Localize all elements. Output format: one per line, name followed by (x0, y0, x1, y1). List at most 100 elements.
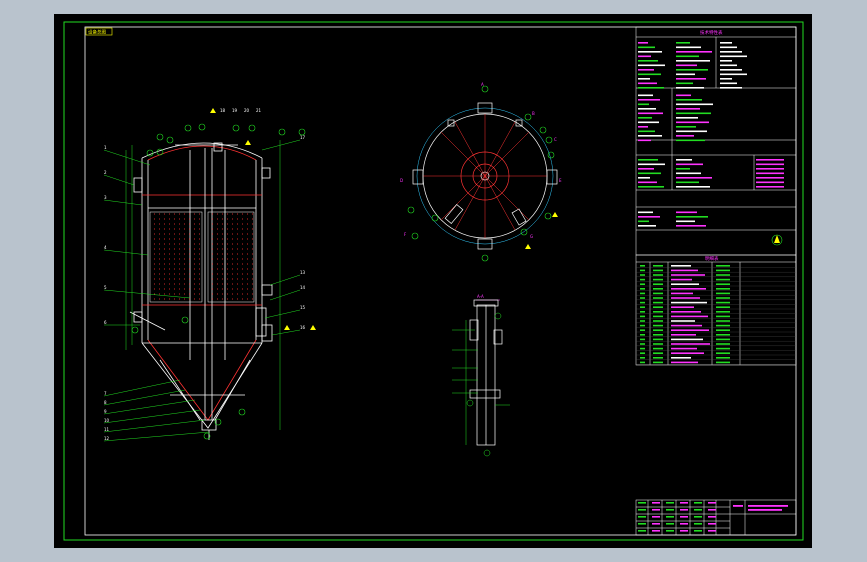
parts-text-mark (640, 269, 645, 272)
perforation-dot (251, 218, 254, 220)
perforation-dot (211, 263, 214, 265)
perforation-dot (183, 273, 186, 275)
svg-text:16: 16 (300, 325, 306, 330)
tech-spec-header: 技术特性表 (700, 29, 723, 36)
spec-text-mark (676, 225, 706, 227)
parts-text-mark (716, 269, 730, 272)
parts-text-mark (671, 338, 703, 341)
perforation-dot (158, 268, 161, 270)
perforation-dot (168, 243, 171, 245)
parts-text-mark (716, 288, 730, 290)
perforation-dot (173, 268, 176, 270)
parts-list-header: 明细表 (705, 255, 719, 262)
spec-text-mark (676, 172, 701, 175)
spec-text-mark (638, 51, 662, 53)
title-block-text-mark (652, 530, 660, 532)
perforation-dot (153, 243, 156, 245)
title-block-text-mark (666, 530, 674, 532)
title-block-text-mark (638, 530, 646, 532)
perforation-dot (221, 243, 224, 245)
title-block-text-mark (638, 509, 646, 511)
perforation-dot (226, 273, 229, 275)
perforation-dot (211, 228, 214, 230)
perforation-dot (168, 278, 171, 280)
svg-text:13: 13 (300, 270, 306, 275)
perforation-dot (216, 223, 219, 225)
perforation-dot (163, 293, 166, 295)
perforation-dot (193, 213, 196, 215)
perforation-dot (211, 298, 214, 300)
perforation-dot (236, 268, 239, 270)
svg-text:18: 18 (220, 108, 226, 113)
perforation-dot (231, 213, 234, 215)
perforation-dot (153, 233, 156, 235)
perforation-dot (188, 258, 191, 260)
perforation-dot (193, 228, 196, 230)
perforation-dot (168, 248, 171, 250)
perforation-dot (241, 258, 244, 260)
perforation-dot (168, 233, 171, 235)
svg-text:21: 21 (256, 108, 262, 113)
perforation-dot (236, 238, 239, 240)
spec-text-mark (676, 82, 693, 85)
parts-text-mark (640, 324, 645, 327)
parts-text-mark (640, 311, 645, 313)
perforation-dot (211, 243, 214, 245)
perforation-dot (231, 233, 234, 235)
parts-text-mark (653, 334, 663, 336)
spec-text-mark (676, 78, 706, 80)
perforation-dot (158, 263, 161, 265)
svg-text:15: 15 (300, 305, 306, 310)
perforation-dot (183, 293, 186, 295)
perforation-dot (193, 283, 196, 285)
perforation-dot (163, 248, 166, 250)
perforation-dot (226, 258, 229, 260)
parts-text-mark (671, 329, 709, 331)
spec-text-mark (756, 181, 784, 184)
perforation-dot (246, 258, 249, 260)
spec-text-mark (638, 69, 654, 71)
perforation-dot (183, 248, 186, 250)
perforation-dot (188, 283, 191, 285)
perforation-dot (241, 238, 244, 240)
spec-text-mark (638, 108, 656, 110)
perforation-dot (226, 248, 229, 250)
perforation-dot (158, 238, 161, 240)
perforation-dot (226, 238, 229, 240)
perforation-dot (241, 273, 244, 275)
perforation-dot (183, 223, 186, 225)
perforation-dot (163, 263, 166, 265)
parts-text-mark (653, 357, 663, 359)
perforation-dot (168, 223, 171, 225)
perforation-dot (241, 278, 244, 280)
spec-text-mark (676, 159, 692, 161)
perforation-dot (241, 228, 244, 230)
perforation-dot (221, 223, 224, 225)
svg-text:B: B (532, 111, 535, 116)
parts-text-mark (653, 315, 663, 318)
perforation-dot (211, 293, 214, 295)
parts-text-mark (640, 347, 645, 350)
parts-text-mark (671, 311, 701, 313)
parts-text-mark (671, 301, 707, 304)
perforation-dot (163, 268, 166, 270)
perforation-dot (216, 293, 219, 295)
perforation-dot (236, 263, 239, 265)
parts-text-mark (716, 311, 730, 313)
perforation-dot (163, 213, 166, 215)
perforation-dot (231, 243, 234, 245)
perforation-dot (153, 248, 156, 250)
perforation-dot (226, 268, 229, 270)
perforation-dot (183, 283, 186, 285)
spec-text-mark (638, 87, 664, 89)
perforation-dot (236, 288, 239, 290)
spec-text-mark (720, 46, 737, 49)
perforation-dot (173, 253, 176, 255)
parts-text-mark (716, 274, 730, 276)
title-block-text-mark (748, 509, 782, 511)
perforation-dot (216, 228, 219, 230)
perforation-dot (173, 243, 176, 245)
title-block-text-mark (638, 516, 646, 518)
cad-frame: 设备总图 1 2 3 4 5 6 7 8 9 10 11 12 13 14 15… (54, 14, 812, 548)
perforation-dot (221, 228, 224, 230)
